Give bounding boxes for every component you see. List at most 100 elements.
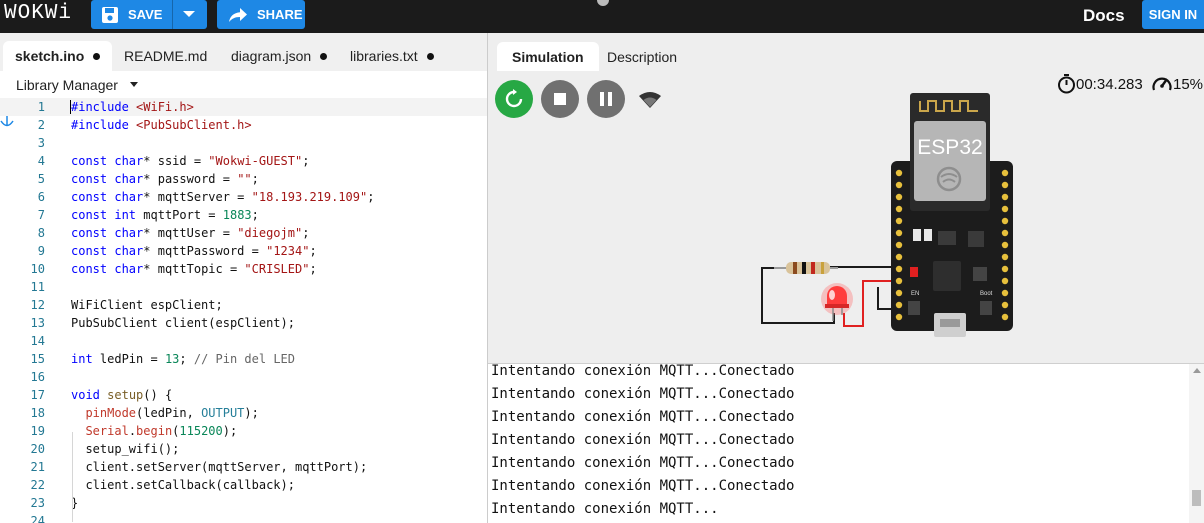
line-number: 10 xyxy=(30,262,45,276)
serial-scrollbar[interactable] xyxy=(1189,364,1204,523)
save-split-divider xyxy=(172,0,173,29)
code-line[interactable]: 2 #include <PubSubClient.h> xyxy=(0,116,487,134)
code-line[interactable]: 19 Serial.begin(115200); xyxy=(0,422,487,440)
share-label: SHARE xyxy=(257,7,303,22)
line-number: 12 xyxy=(30,298,45,312)
code-line[interactable]: 4 const char* ssid = "Wokwi-GUEST"; xyxy=(0,152,487,170)
tab-label: diagram.json xyxy=(231,48,312,64)
code-line[interactable]: 1 #include <WiFi.h> xyxy=(0,98,487,116)
library-manager-dropdown[interactable]: Library Manager xyxy=(0,71,487,99)
serial-line: Intentando conexión MQTT...Conectado xyxy=(491,432,795,448)
code-line[interactable]: 3 xyxy=(0,134,487,152)
line-number: 1 xyxy=(37,100,45,114)
notification-dot xyxy=(597,0,609,6)
tab-simulation[interactable]: Simulation xyxy=(497,42,599,71)
line-number: 16 xyxy=(30,370,45,384)
restart-simulation-button[interactable] xyxy=(495,80,533,118)
save-button[interactable]: SAVE xyxy=(91,0,207,29)
line-content[interactable]: WiFiClient espClient; xyxy=(71,296,223,314)
line-content[interactable]: const char* mqttServer = "18.193.219.109… xyxy=(71,188,374,206)
stop-icon xyxy=(554,93,566,105)
tab-diagram-json[interactable]: diagram.json xyxy=(219,41,339,71)
pause-icon xyxy=(600,92,612,106)
simulation-pane: Simulation Description 00:34.283 15% ESP… xyxy=(488,33,1204,363)
line-number: 24 xyxy=(30,514,45,523)
code-line[interactable]: 12 WiFiClient espClient; xyxy=(0,296,487,314)
wifi-icon[interactable] xyxy=(638,91,662,109)
code-area[interactable]: 1 #include <WiFi.h> 2 #include <PubSubClien… xyxy=(0,97,487,523)
restart-icon xyxy=(505,89,523,108)
tab-label: sketch.ino xyxy=(15,48,85,64)
serial-monitor[interactable]: Intentando conexión MQTT...Conectado Inte… xyxy=(488,363,1204,523)
share-button[interactable]: SHARE xyxy=(217,0,305,29)
en-button[interactable] xyxy=(908,301,920,315)
code-line[interactable]: 7 const int mqttPort = 1883; xyxy=(0,206,487,224)
line-content[interactable]: Serial.begin(115200); xyxy=(71,422,237,440)
code-line[interactable]: 21 client.setServer(mqttServer, mqttPort… xyxy=(0,458,487,476)
serial-line: Intentando conexión MQTT...Conectado xyxy=(491,363,795,379)
simulation-timer: 00:34.283 xyxy=(1057,74,1143,94)
stop-simulation-button[interactable] xyxy=(541,80,579,118)
save-label: SAVE xyxy=(128,7,163,22)
line-content[interactable]: const char* mqttPassword = "1234"; xyxy=(71,242,317,260)
line-content[interactable]: setup_wifi(); xyxy=(71,440,179,458)
code-line[interactable]: 11 xyxy=(0,278,487,296)
code-line[interactable]: 20 setup_wifi(); xyxy=(0,440,487,458)
top-bar: WOKWi SAVE SHARE Docs SIGN IN xyxy=(0,0,1204,33)
line-content[interactable]: int ledPin = 13; // Pin del LED xyxy=(71,350,295,368)
tab-description[interactable]: Description xyxy=(592,42,692,71)
code-line[interactable]: 24 xyxy=(0,512,487,523)
code-line[interactable]: 10 const char* mqttTopic = "CRISLED"; xyxy=(0,260,487,278)
code-line[interactable]: 9 const char* mqttPassword = "1234"; xyxy=(0,242,487,260)
share-arrow-icon xyxy=(229,7,247,22)
line-number: 7 xyxy=(37,208,45,222)
line-content[interactable]: #include <PubSubClient.h> xyxy=(71,116,252,134)
resistor[interactable] xyxy=(774,262,838,274)
line-content[interactable]: client.setServer(mqttServer, mqttPort); xyxy=(71,458,367,476)
line-content[interactable]: #include <WiFi.h> xyxy=(71,98,194,116)
tab-readme-md[interactable]: README.md xyxy=(112,41,219,71)
pause-simulation-button[interactable] xyxy=(587,80,625,118)
line-content[interactable]: const char* password = ""; xyxy=(71,170,259,188)
code-line[interactable]: 6 const char* mqttServer = "18.193.219.10… xyxy=(0,188,487,206)
code-line[interactable]: 15 int ledPin = 13; // Pin del LED xyxy=(0,350,487,368)
sign-in-button[interactable]: SIGN IN xyxy=(1142,0,1204,29)
code-line[interactable]: 8 const char* mqttUser = "diegojm"; xyxy=(0,224,487,242)
line-number: 19 xyxy=(30,424,45,438)
code-line[interactable]: 14 xyxy=(0,332,487,350)
tab-sketch-ino[interactable]: sketch.ino xyxy=(3,41,113,71)
line-content[interactable]: const char* ssid = "Wokwi-GUEST"; xyxy=(71,152,309,170)
line-number: 5 xyxy=(37,172,45,186)
code-line[interactable]: 16 xyxy=(0,368,487,386)
code-line[interactable]: 13 PubSubClient client(espClient); xyxy=(0,314,487,332)
code-line[interactable]: 18 pinMode(ledPin, OUTPUT); xyxy=(0,404,487,422)
line-content[interactable]: void setup() { xyxy=(71,386,172,404)
circuit-diagram[interactable]: ESP32 EN Boot xyxy=(758,91,1018,341)
line-content[interactable]: client.setCallback(callback); xyxy=(71,476,295,494)
boot-button[interactable] xyxy=(980,301,992,315)
tab-libraries-txt[interactable]: libraries.txt xyxy=(338,41,446,71)
save-dropdown-chevron-icon[interactable] xyxy=(183,11,195,17)
red-led[interactable] xyxy=(821,283,853,321)
esp32-board[interactable]: ESP32 EN Boot xyxy=(891,93,1013,337)
line-content[interactable]: const char* mqttUser = "diegojm"; xyxy=(71,224,309,242)
line-content[interactable]: PubSubClient client(espClient); xyxy=(71,314,295,332)
scrollbar-thumb[interactable] xyxy=(1192,490,1201,506)
esp32-chip-label: ESP32 xyxy=(917,136,982,159)
code-line[interactable]: 17 void setup() { xyxy=(0,386,487,404)
code-line[interactable]: 23} xyxy=(0,494,487,512)
scroll-up-icon[interactable] xyxy=(1193,368,1201,373)
line-content[interactable]: pinMode(ledPin, OUTPUT); xyxy=(71,404,258,422)
wokwi-logo[interactable]: WOKWi xyxy=(4,2,72,25)
code-line[interactable]: 22 client.setCallback(callback); xyxy=(0,476,487,494)
unsaved-dot-icon xyxy=(426,52,434,60)
serial-line: Intentando conexión MQTT...Conectado xyxy=(491,478,795,494)
line-content[interactable]: const char* mqttTopic = "CRISLED"; xyxy=(71,260,317,278)
line-content[interactable]: const int mqttPort = 1883; xyxy=(71,206,259,224)
docs-link[interactable]: Docs xyxy=(1083,6,1125,26)
speed-percentage: 15% xyxy=(1173,75,1204,93)
line-number: 8 xyxy=(37,226,45,240)
code-line[interactable]: 5 const char* password = ""; xyxy=(0,170,487,188)
save-icon xyxy=(102,6,118,23)
code-editor-pane: sketch.ino README.md diagram.json librar… xyxy=(0,33,487,523)
